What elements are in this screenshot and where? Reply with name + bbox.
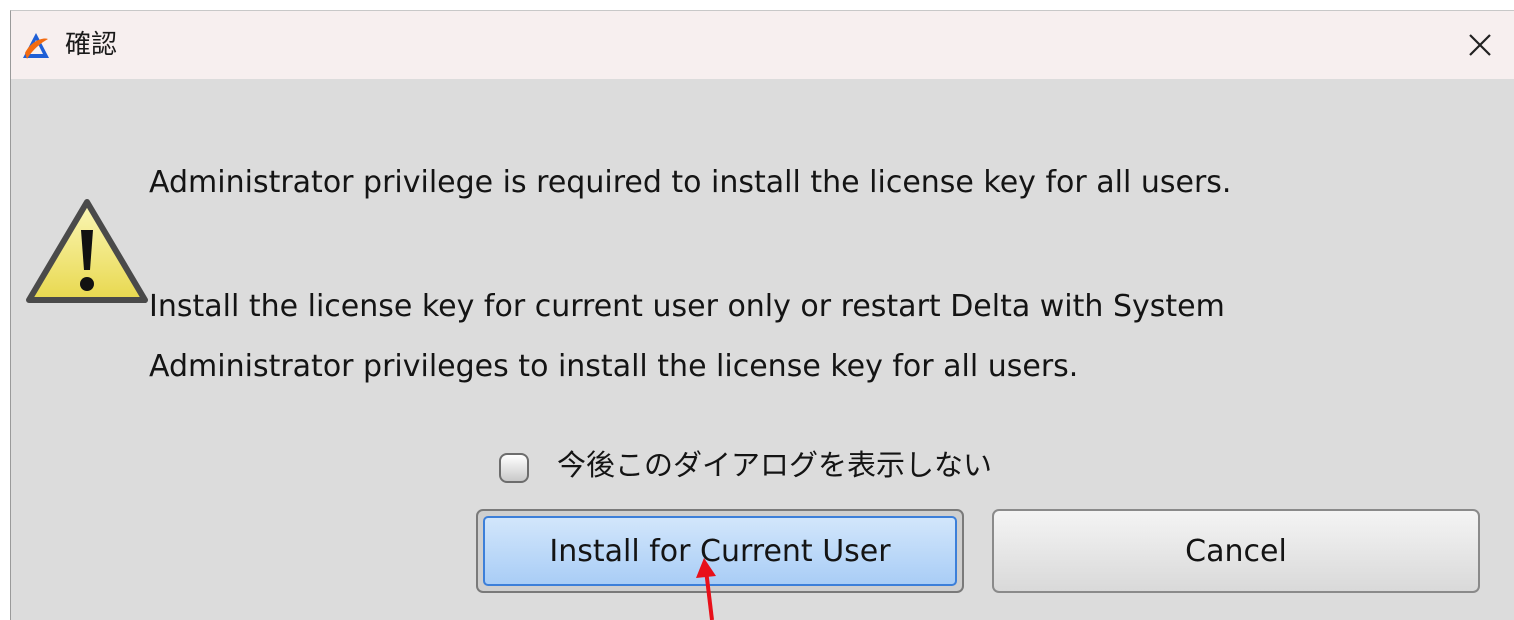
confirm-dialog: 確認 Administrator privilege is required t… xyxy=(10,10,1514,620)
message-line-1: Administrator privilege is required to i… xyxy=(149,165,1232,200)
delta-app-icon xyxy=(23,33,49,59)
dont-show-again-checkbox[interactable] xyxy=(499,453,529,483)
annotation-arrow-icon xyxy=(696,558,716,620)
cancel-button[interactable]: Cancel xyxy=(992,509,1480,593)
close-icon xyxy=(1469,34,1491,56)
window-title: 確認 xyxy=(65,30,118,60)
title-bar[interactable]: 確認 xyxy=(11,11,1514,79)
message-line-2: Install the license key for current user… xyxy=(149,289,1225,324)
dont-show-again-label[interactable]: 今後このダイアログを表示しない xyxy=(557,445,992,485)
cancel-button-label: Cancel xyxy=(1185,533,1287,569)
close-button[interactable] xyxy=(1446,11,1514,79)
warning-icon xyxy=(26,199,148,303)
message-line-3: Administrator privileges to install the … xyxy=(149,349,1079,384)
